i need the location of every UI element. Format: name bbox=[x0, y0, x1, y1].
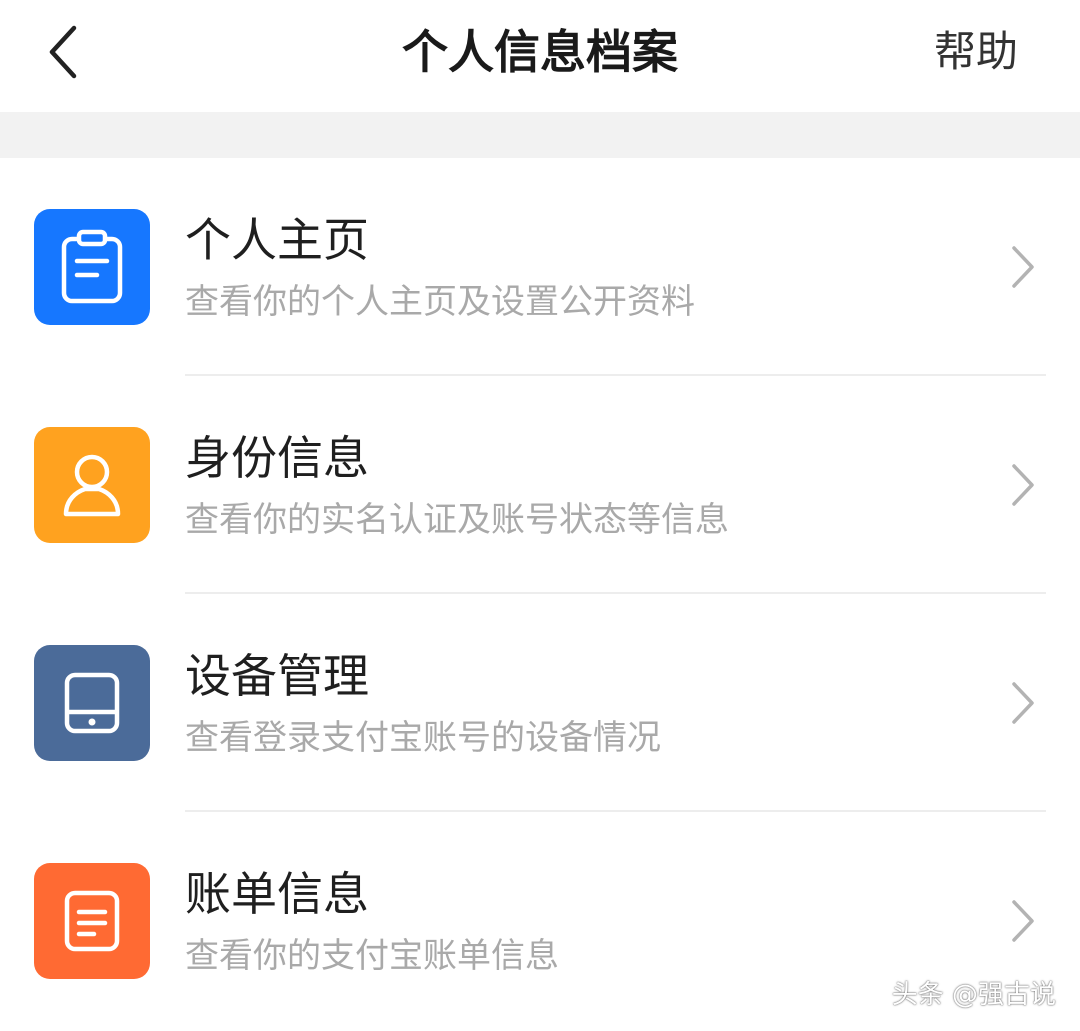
list-item-personal-homepage[interactable]: 个人主页 查看你的个人主页及设置公开资料 bbox=[0, 158, 1080, 376]
clipboard-icon bbox=[61, 229, 123, 304]
chevron-left-icon bbox=[49, 25, 77, 79]
item-icon-tile bbox=[34, 427, 150, 543]
info-list: 个人主页 查看你的个人主页及设置公开资料 身份信息 查看你的实名认证及账号状态等… bbox=[0, 158, 1080, 1030]
watermark: 头条 @强古说 bbox=[891, 980, 1056, 1010]
page-title: 个人信息档案 bbox=[402, 25, 678, 79]
chevron-right-icon bbox=[1012, 464, 1034, 506]
chevron-right-icon bbox=[1012, 246, 1034, 288]
chevron-right-icon bbox=[1012, 900, 1034, 942]
item-title: 身份信息 bbox=[185, 431, 369, 485]
person-icon bbox=[63, 454, 121, 517]
help-button[interactable]: 帮助 bbox=[934, 18, 1018, 86]
item-subtitle: 查看登录支付宝账号的设备情况 bbox=[185, 718, 661, 758]
navigation-bar: 个人信息档案 帮助 bbox=[0, 0, 1080, 112]
section-gap bbox=[0, 112, 1080, 158]
back-button[interactable] bbox=[36, 20, 92, 84]
chevron-right-icon bbox=[1012, 682, 1034, 724]
item-icon-tile bbox=[34, 645, 150, 761]
item-icon-tile bbox=[34, 209, 150, 325]
item-subtitle: 查看你的支付宝账单信息 bbox=[185, 936, 559, 976]
list-item-device-management[interactable]: 设备管理 查看登录支付宝账号的设备情况 bbox=[0, 594, 1080, 812]
item-icon-tile bbox=[34, 863, 150, 979]
item-subtitle: 查看你的个人主页及设置公开资料 bbox=[185, 282, 695, 322]
item-title: 设备管理 bbox=[185, 649, 369, 703]
item-subtitle: 查看你的实名认证及账号状态等信息 bbox=[185, 500, 729, 540]
tablet-icon bbox=[64, 672, 120, 734]
item-title: 个人主页 bbox=[185, 213, 369, 267]
bill-icon bbox=[64, 890, 120, 952]
item-title: 账单信息 bbox=[185, 867, 369, 921]
list-item-identity-info[interactable]: 身份信息 查看你的实名认证及账号状态等信息 bbox=[0, 376, 1080, 594]
